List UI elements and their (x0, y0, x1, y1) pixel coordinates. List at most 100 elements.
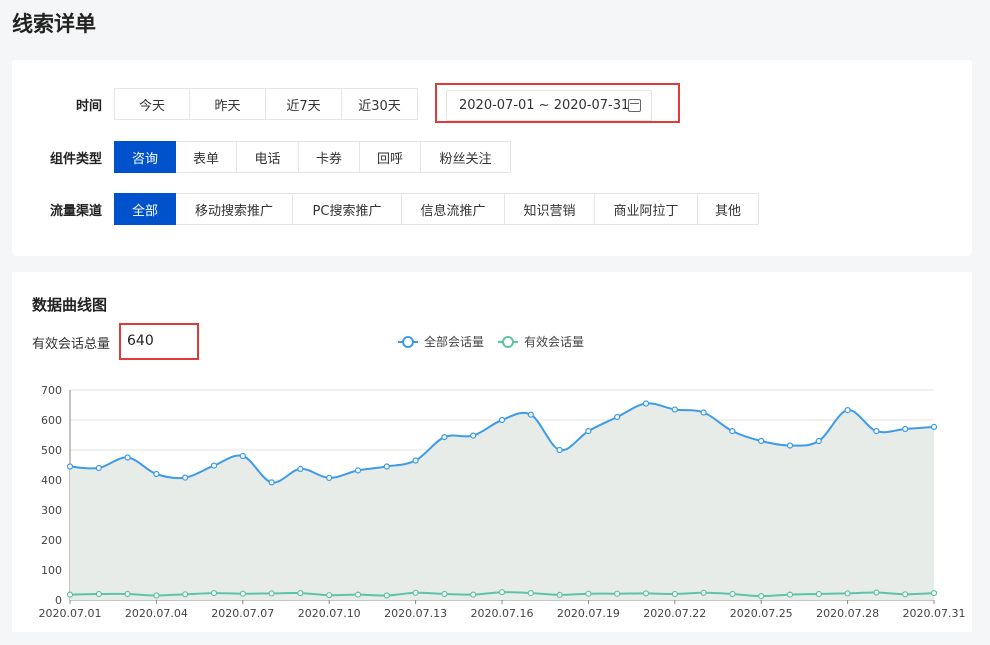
data-point (844, 590, 851, 597)
data-point (498, 589, 506, 596)
data-point (758, 437, 765, 445)
data-point (930, 423, 938, 430)
component-consult-button[interactable]: 咨询 (114, 141, 176, 173)
data-point (873, 589, 880, 596)
x-tick-label: 2020.07.31 (903, 607, 966, 620)
y-tick-label: 0 (55, 594, 62, 607)
y-tick-label: 600 (41, 414, 62, 427)
data-point (498, 416, 506, 424)
data-point (786, 591, 794, 598)
data-point (153, 470, 160, 478)
data-point (412, 589, 419, 596)
data-point (844, 407, 851, 414)
data-point (297, 465, 304, 472)
data-point (210, 462, 218, 469)
channel-feed-button[interactable]: 信息流推广 (401, 193, 505, 225)
data-point (729, 428, 736, 435)
time-last7-button[interactable]: 近7天 (265, 88, 342, 120)
session-line-chart: 0 100 200 300 400 500 600 700 2020.07.01 2020.07.… (39, 384, 966, 620)
y-tick-label: 300 (41, 504, 62, 517)
data-point (527, 411, 534, 418)
x-tick-label: 2020.07.28 (816, 607, 879, 620)
data-point (470, 432, 477, 439)
channel-filter-label: 流量渠道 (49, 203, 102, 219)
data-point (66, 463, 74, 470)
time-yesterday-button[interactable]: 昨天 (189, 88, 266, 120)
data-point (153, 592, 160, 599)
data-point (326, 592, 333, 599)
traffic-channel-buttons: 全部 移动搜索推广 PC搜索推广 信息流推广 知识营销 商业阿拉丁 其他 (114, 193, 759, 225)
channel-pc-search-button[interactable]: PC搜索推广 (292, 193, 402, 225)
data-point (441, 434, 448, 441)
data-point (815, 590, 822, 598)
data-point (124, 590, 131, 598)
x-tick-label: 2020.07.07 (211, 607, 274, 620)
data-point (354, 467, 362, 474)
component-follow-button[interactable]: 粉丝关注 (420, 141, 511, 173)
time-today-button[interactable]: 今天 (114, 88, 190, 120)
page-title: 线索详单 (12, 12, 96, 36)
data-point (470, 591, 477, 598)
data-point (642, 400, 650, 407)
channel-mobile-search-button[interactable]: 移动搜索推广 (175, 193, 293, 225)
y-tick-label: 400 (41, 474, 62, 487)
component-coupon-button[interactable]: 卡券 (298, 141, 360, 173)
data-point (786, 442, 794, 449)
component-form-button[interactable]: 表单 (175, 141, 237, 173)
time-filter-row: 时间 今天 昨天 近7天 近30天 (12, 88, 418, 120)
y-tick-label: 700 (41, 384, 62, 397)
x-tick-label: 2020.07.01 (39, 607, 102, 620)
data-point (95, 464, 102, 472)
data-point (297, 590, 304, 597)
data-point (700, 409, 707, 416)
data-point (614, 413, 621, 421)
time-range-buttons: 今天 昨天 近7天 近30天 (114, 88, 418, 120)
data-point (930, 590, 938, 597)
data-point (210, 590, 218, 597)
channel-aladdin-button[interactable]: 商业阿拉丁 (594, 193, 698, 225)
data-point (902, 591, 909, 598)
data-point (527, 590, 534, 597)
channel-filter-row: 流量渠道 全部 移动搜索推广 PC搜索推广 信息流推广 知识营销 商业阿拉丁 其… (12, 193, 759, 225)
channel-other-button[interactable]: 其他 (697, 193, 759, 225)
x-tick-label: 2020.07.16 (471, 607, 534, 620)
data-point (182, 474, 189, 481)
data-point (729, 590, 736, 598)
x-tick-label: 2020.07.10 (298, 607, 361, 620)
y-tick-label: 100 (41, 564, 62, 577)
component-filter-label: 组件类型 (49, 151, 102, 167)
data-point (268, 479, 275, 486)
data-point (354, 591, 362, 598)
data-point (614, 590, 621, 597)
data-point (642, 590, 650, 597)
data-point (556, 446, 563, 454)
channel-knowledge-button[interactable]: 知识营销 (504, 193, 595, 225)
component-callback-button[interactable]: 回呼 (359, 141, 421, 173)
channel-all-button[interactable]: 全部 (114, 193, 176, 225)
data-point (671, 590, 678, 598)
data-point (182, 591, 189, 598)
data-point (383, 592, 390, 599)
data-point (326, 474, 333, 481)
data-point (815, 437, 822, 445)
y-tick-label: 200 (41, 534, 62, 547)
filter-panel: 时间 今天 昨天 近7天 近30天 2020-07-01 ~ 2020-07-3… (12, 60, 972, 256)
x-tick-label: 2020.07.22 (643, 607, 706, 620)
data-point (902, 425, 909, 433)
data-point (66, 591, 74, 598)
component-type-buttons: 咨询 表单 电话 卡券 回呼 粉丝关注 (114, 141, 511, 173)
component-filter-row: 组件类型 咨询 表单 电话 卡券 回呼 粉丝关注 (12, 141, 511, 173)
data-point (239, 452, 246, 460)
data-point (441, 590, 448, 598)
data-point (873, 428, 880, 435)
component-phone-button[interactable]: 电话 (236, 141, 299, 173)
chart-panel: 数据曲线图 有效会话总量 640 全部会话量 有效会话量 0 100 200 300 4… (12, 272, 972, 632)
data-point (556, 591, 563, 598)
data-point (239, 590, 246, 597)
y-tick-label: 500 (41, 444, 62, 457)
time-last30-button[interactable]: 近30天 (341, 88, 418, 120)
x-tick-label: 2020.07.04 (125, 607, 188, 620)
data-point (124, 454, 131, 461)
data-point (671, 406, 678, 413)
data-point (383, 463, 390, 470)
